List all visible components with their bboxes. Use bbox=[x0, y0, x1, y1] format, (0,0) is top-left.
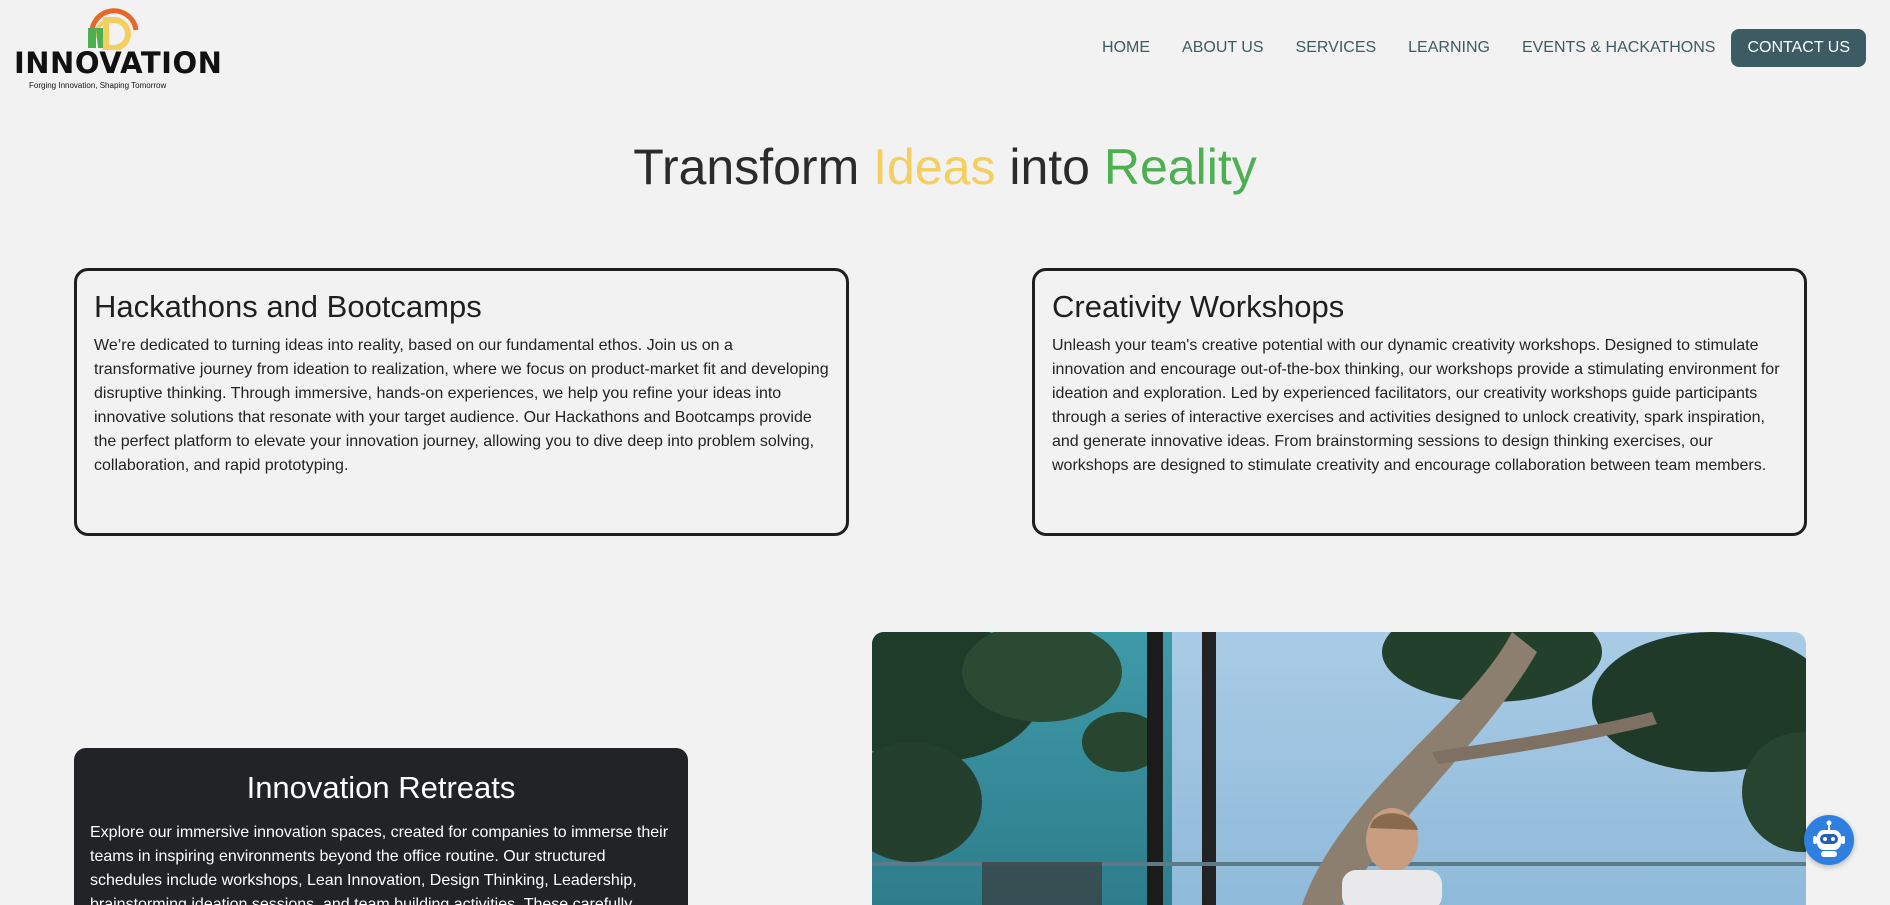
logo-wordmark: INNOVATION bbox=[14, 46, 223, 80]
retreat-photo bbox=[872, 632, 1806, 905]
nav-events-hackathons[interactable]: EVENTS & HACKATHONS bbox=[1522, 39, 1716, 57]
hero-title: Transform Ideas into Reality bbox=[0, 138, 1890, 196]
card-title: Hackathons and Bootcamps bbox=[94, 289, 482, 324]
site-header: INNOVATION Forging Innovation, Shaping T… bbox=[0, 0, 1890, 95]
main-nav: HOME ABOUT US SERVICES LEARNING EVENTS &… bbox=[1102, 29, 1866, 67]
hero-word-ideas: Ideas bbox=[873, 139, 996, 195]
nav-learning[interactable]: LEARNING bbox=[1408, 39, 1490, 57]
nav-home[interactable]: HOME bbox=[1102, 39, 1150, 57]
card-text: Unleash your team's creative potential w… bbox=[1052, 337, 1780, 474]
card-text: We’re dedicated to turning ideas into re… bbox=[94, 337, 829, 474]
nav-services[interactable]: SERVICES bbox=[1296, 39, 1377, 57]
nav-about-us[interactable]: ABOUT US bbox=[1182, 39, 1264, 57]
card-creativity-workshops: Creativity Workshops Unleash your team's… bbox=[1032, 268, 1807, 536]
logo-tagline: Forging Innovation, Shaping Tomorrow bbox=[29, 81, 167, 90]
logo-mark-icon bbox=[88, 8, 139, 50]
retreat-photo-image bbox=[872, 632, 1806, 905]
hero-word-into: into bbox=[1009, 139, 1090, 195]
contact-us-button[interactable]: CONTACT US bbox=[1731, 29, 1866, 67]
logo[interactable]: INNOVATION Forging Innovation, Shaping T… bbox=[14, 6, 222, 90]
robot-icon bbox=[1813, 820, 1845, 857]
hero-word-transform: Transform bbox=[633, 139, 860, 195]
retreat-text: Explore our immersive innovation spaces,… bbox=[90, 824, 669, 905]
hero-word-reality: Reality bbox=[1103, 139, 1257, 195]
card-innovation-retreats: Innovation Retreats Explore our immersiv… bbox=[74, 748, 688, 905]
card-title: Creativity Workshops bbox=[1052, 289, 1345, 324]
retreat-title: Innovation Retreats bbox=[246, 770, 516, 805]
card-hackathons-bootcamps: Hackathons and Bootcamps We’re dedicated… bbox=[74, 268, 849, 536]
chatbot-button[interactable] bbox=[1804, 815, 1854, 865]
